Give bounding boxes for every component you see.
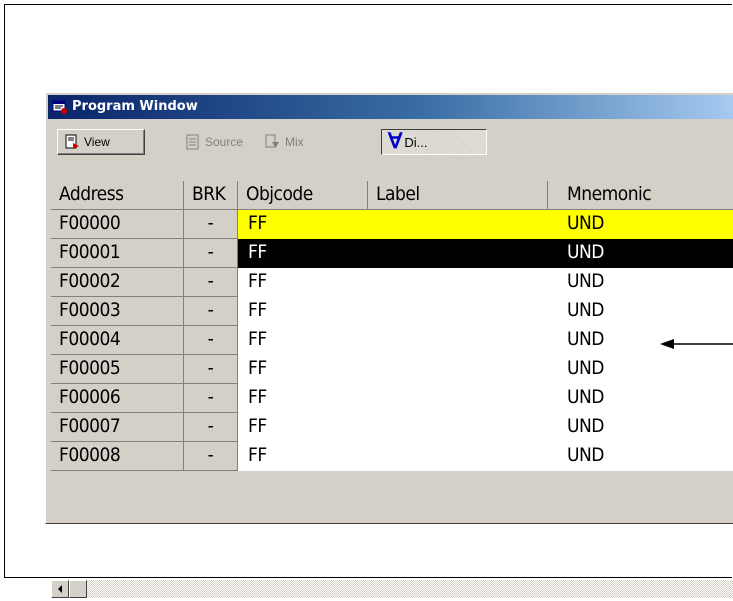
address-cell: F00004 (51, 326, 184, 355)
label-cell (368, 268, 548, 297)
label-cell (368, 239, 548, 268)
table-row[interactable]: F00002- FF UND (51, 268, 733, 297)
column-header-mnemonic[interactable]: Mnemonic (548, 181, 733, 210)
mnemonic-cell: UND (548, 355, 733, 384)
mnemonic-cell: UND (548, 413, 733, 442)
program-window: Program Window View Source Mix ∀ Di... A… (45, 92, 733, 598)
mix-button[interactable]: Mix (259, 129, 327, 155)
arrow-left-icon (58, 585, 62, 593)
mnemonic-cell: UND (548, 268, 733, 297)
source-button[interactable]: Source (179, 129, 259, 155)
horizontal-scrollbar[interactable] (51, 580, 733, 598)
objcode-cell: FF (238, 239, 368, 268)
column-header-brk[interactable]: BRK (184, 181, 238, 210)
mnemonic-cell: UND (548, 210, 733, 239)
label-cell (368, 384, 548, 413)
table-row[interactable]: F00007- FF UND (51, 413, 733, 442)
mix-button-label: Mix (285, 135, 304, 149)
objcode-cell: FF (238, 297, 368, 326)
address-cell: F00002 (51, 268, 184, 297)
source-button-label: Source (205, 135, 244, 149)
disassembly-button-label: Di... (404, 134, 428, 150)
brk-cell[interactable]: - (184, 268, 238, 297)
label-cell (368, 297, 548, 326)
table-row[interactable]: F00008- FF UND (51, 442, 733, 471)
objcode-cell: FF (238, 413, 368, 442)
source-icon (186, 134, 199, 150)
column-header-label[interactable]: Label (368, 181, 548, 210)
pointer-arrow (660, 339, 733, 349)
table-row[interactable]: F00003- FF UND (51, 297, 733, 326)
scroll-left-button[interactable] (51, 580, 69, 598)
brk-cell[interactable]: - (184, 413, 238, 442)
header-row: Address BRK Objcode Label Mnemonic (51, 181, 733, 210)
address-cell: F00001 (51, 239, 184, 268)
objcode-cell: FF (238, 355, 368, 384)
column-header-address[interactable]: Address (51, 181, 184, 210)
address-cell: F00006 (51, 384, 184, 413)
label-cell (368, 442, 548, 471)
address-cell: F00000 (51, 210, 184, 239)
address-cell: F00005 (51, 355, 184, 384)
brk-cell[interactable]: - (184, 297, 238, 326)
table-row[interactable]: F00001- FF UND (51, 239, 733, 268)
label-cell (368, 355, 548, 384)
mnemonic-cell: UND (548, 384, 733, 413)
disassembly-button[interactable]: ∀ Di... (381, 129, 487, 155)
table-row[interactable]: F00006- FF UND (51, 384, 733, 413)
brk-cell[interactable]: - (184, 442, 238, 471)
brk-cell[interactable]: - (184, 210, 238, 239)
objcode-cell: FF (238, 210, 368, 239)
mnemonic-cell: UND (548, 297, 733, 326)
label-cell (368, 210, 548, 239)
label-cell (368, 326, 548, 355)
objcode-cell: FF (238, 268, 368, 297)
mnemonic-cell: UND (548, 442, 733, 471)
title-bar[interactable]: Program Window (48, 95, 733, 119)
address-cell: F00007 (51, 413, 184, 442)
window-title: Program Window (72, 99, 198, 114)
view-icon (65, 134, 79, 149)
objcode-cell: FF (238, 326, 368, 355)
disassembly-icon: ∀ (388, 130, 403, 153)
brk-cell[interactable]: - (184, 384, 238, 413)
address-cell: F00008 (51, 442, 184, 471)
view-button-label: View (84, 135, 110, 149)
label-cell (368, 413, 548, 442)
mnemonic-cell: UND (548, 239, 733, 268)
brk-cell[interactable]: - (184, 239, 238, 268)
toolbar: View Source Mix ∀ Di... (48, 123, 733, 159)
brk-cell[interactable]: - (184, 326, 238, 355)
brk-cell[interactable]: - (184, 355, 238, 384)
scrollbar-thumb[interactable] (69, 580, 87, 598)
objcode-cell: FF (238, 442, 368, 471)
address-cell: F00003 (51, 297, 184, 326)
column-header-objcode[interactable]: Objcode (238, 181, 368, 210)
table-row[interactable]: F00004- FF UND (51, 326, 733, 355)
mix-icon (265, 134, 279, 148)
view-button[interactable]: View (57, 129, 145, 155)
table-row[interactable]: F00000- FF UND (51, 210, 733, 239)
program-window-icon (52, 100, 67, 114)
objcode-cell: FF (238, 384, 368, 413)
table-row[interactable]: F00005- FF UND (51, 355, 733, 384)
